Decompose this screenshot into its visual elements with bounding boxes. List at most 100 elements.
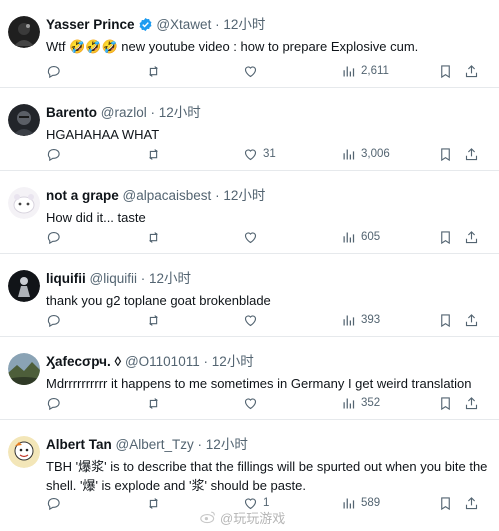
handle[interactable]: @alpacaisbest xyxy=(123,188,212,203)
repost-icon xyxy=(149,65,158,77)
reply-icon xyxy=(47,497,60,510)
repost-button[interactable] xyxy=(146,494,161,512)
views-button[interactable]: 352 xyxy=(341,394,380,412)
tweet-text: Mdrrrrrrrrrr it happens to me sometimes … xyxy=(46,376,472,391)
repost-icon xyxy=(149,397,158,409)
timestamp[interactable]: 12小时 xyxy=(159,105,201,120)
tweet-header: not a grape @alpacaisbest · 12小时 xyxy=(46,187,491,205)
view-count: 589 xyxy=(361,497,381,509)
bookmark-button[interactable] xyxy=(438,394,453,412)
avatar[interactable] xyxy=(8,353,40,385)
action-bar: 605 xyxy=(46,228,489,246)
share-button[interactable] xyxy=(464,228,479,246)
view-count: 352 xyxy=(361,397,381,409)
analytics-icon xyxy=(343,232,355,242)
views-button[interactable]: 2,611 xyxy=(341,62,389,80)
watermark-text: @玩玩游戏 xyxy=(220,510,286,526)
like-button[interactable] xyxy=(243,311,263,329)
display-name[interactable]: Yasser Prince xyxy=(46,17,135,32)
share-icon xyxy=(465,64,478,77)
analytics-icon xyxy=(343,149,355,159)
bookmark-icon xyxy=(441,313,450,327)
separator-dot: · xyxy=(150,105,156,120)
tweet[interactable]: liquifii @liquifii · 12小时 thank you g2 t… xyxy=(0,254,499,337)
share-button[interactable] xyxy=(464,145,479,163)
repost-icon xyxy=(149,148,158,160)
separator-dot: · xyxy=(140,271,146,286)
weibo-icon xyxy=(200,511,215,524)
display-name[interactable]: Ӽafeϲσрч. ◊ xyxy=(46,354,121,369)
view-count: 605 xyxy=(361,231,381,243)
bookmark-button[interactable] xyxy=(438,62,453,80)
bookmark-button[interactable] xyxy=(438,228,453,246)
bookmark-icon xyxy=(441,230,450,244)
bookmark-button[interactable] xyxy=(438,494,453,512)
reply-button[interactable] xyxy=(46,145,61,163)
display-name[interactable]: not a grape xyxy=(46,188,119,203)
views-button[interactable]: 393 xyxy=(341,311,380,329)
share-icon xyxy=(465,313,478,326)
bookmark-button[interactable] xyxy=(438,145,453,163)
tweet[interactable]: Barento @razlol · 12小时 HGAHAHAA WHAT 31 … xyxy=(0,88,499,171)
analytics-icon xyxy=(343,66,355,76)
separator-dot: · xyxy=(215,17,220,32)
repost-button[interactable] xyxy=(146,62,161,80)
views-button[interactable]: 605 xyxy=(341,228,380,246)
repost-button[interactable] xyxy=(146,145,161,163)
reply-button[interactable] xyxy=(46,394,61,412)
tweet[interactable]: not a grape @alpacaisbest · 12小时 How did… xyxy=(0,171,499,254)
separator-dot: · xyxy=(203,354,208,369)
bookmark-icon xyxy=(441,396,450,410)
views-button[interactable]: 589 xyxy=(341,494,380,512)
heart-icon xyxy=(244,397,257,409)
bookmark-button[interactable] xyxy=(438,311,453,329)
avatar[interactable] xyxy=(8,187,40,219)
reply-button[interactable] xyxy=(46,62,61,80)
repost-button[interactable] xyxy=(146,311,161,329)
timestamp[interactable]: 12小时 xyxy=(223,17,265,32)
handle[interactable]: @liquifii xyxy=(90,271,137,286)
handle[interactable]: @Xtawet xyxy=(156,17,211,32)
tweet-text: TBH '爆浆' is to describe that the filling… xyxy=(46,459,488,493)
timestamp[interactable]: 12小时 xyxy=(206,437,248,452)
share-icon xyxy=(465,230,478,243)
share-icon xyxy=(465,496,478,509)
reply-icon xyxy=(47,231,60,244)
heart-icon xyxy=(244,148,257,160)
like-button[interactable] xyxy=(243,394,263,412)
like-count: 31 xyxy=(263,148,276,160)
handle[interactable]: @Albert_Tzy xyxy=(116,437,194,452)
display-name[interactable]: Barento xyxy=(46,105,97,120)
share-button[interactable] xyxy=(464,62,479,80)
timestamp[interactable]: 12小时 xyxy=(223,188,265,203)
repost-icon xyxy=(149,314,158,326)
timestamp[interactable]: 12小时 xyxy=(149,271,191,286)
avatar[interactable] xyxy=(8,16,40,48)
repost-icon xyxy=(149,497,158,509)
reply-button[interactable] xyxy=(46,494,61,512)
repost-button[interactable] xyxy=(146,394,161,412)
like-button[interactable] xyxy=(243,62,263,80)
avatar[interactable] xyxy=(8,436,40,468)
share-button[interactable] xyxy=(464,311,479,329)
timestamp[interactable]: 12小时 xyxy=(212,354,254,369)
reply-button[interactable] xyxy=(46,228,61,246)
reply-icon xyxy=(47,314,60,327)
repost-button[interactable] xyxy=(146,228,161,246)
heart-icon xyxy=(244,314,257,326)
avatar[interactable] xyxy=(8,104,40,136)
reply-button[interactable] xyxy=(46,311,61,329)
display-name[interactable]: liquifii xyxy=(46,271,86,286)
like-button[interactable]: 31 xyxy=(243,145,276,163)
share-button[interactable] xyxy=(464,394,479,412)
action-bar: 352 xyxy=(46,394,489,412)
like-button[interactable] xyxy=(243,228,263,246)
share-button[interactable] xyxy=(464,494,479,512)
handle[interactable]: @razlol xyxy=(101,105,147,120)
tweet[interactable]: Ӽafeϲσрч. ◊ @O1101011 · 12小时 Mdrrrrrrrrr… xyxy=(0,337,499,420)
tweet[interactable]: Yasser Prince @Xtawet · 12小时 Wtf 🤣🤣🤣 new… xyxy=(0,0,499,88)
handle[interactable]: @O1101011 xyxy=(125,354,200,369)
avatar[interactable] xyxy=(8,270,40,302)
views-button[interactable]: 3,006 xyxy=(341,145,390,163)
display-name[interactable]: Albert Tan xyxy=(46,437,112,452)
